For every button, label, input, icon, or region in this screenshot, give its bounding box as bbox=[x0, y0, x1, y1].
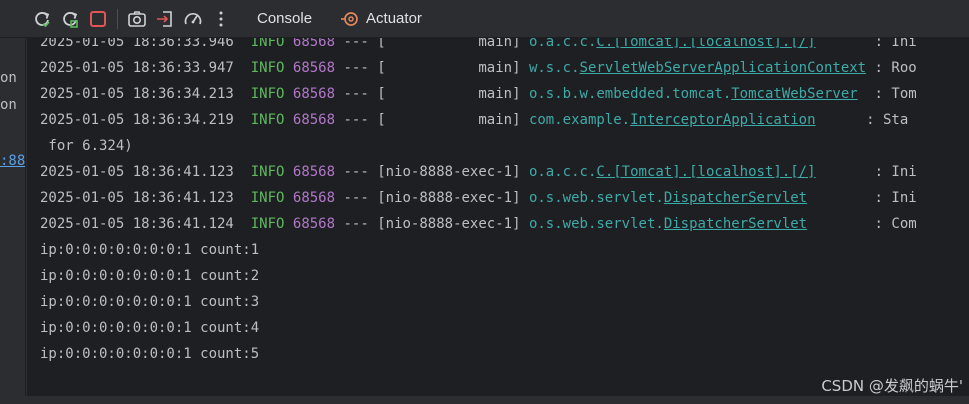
logger-link[interactable]: C.[Tomcat].[localhost].[/] bbox=[596, 164, 815, 180]
tab-actuator-label: Actuator bbox=[366, 10, 422, 27]
rerun-icon[interactable] bbox=[28, 5, 56, 33]
toolbar-separator bbox=[117, 8, 118, 29]
rerun-failed-icon[interactable] bbox=[56, 5, 84, 33]
gutter-text: on bbox=[0, 70, 17, 86]
watermark: CSDN @发飙的蜗牛' bbox=[821, 377, 963, 395]
console-toolbar: Console Actuator bbox=[0, 0, 969, 38]
logger-link[interactable]: DispatcherServlet bbox=[664, 190, 807, 206]
log-line: 2025-01-05 18:36:41.123 INFO 68568 --- [… bbox=[40, 164, 917, 180]
actuator-icon bbox=[340, 9, 360, 29]
exit-icon[interactable] bbox=[151, 5, 179, 33]
logger-link[interactable]: C.[Tomcat].[localhost].[/] bbox=[596, 38, 815, 50]
log-line: ip:0:0:0:0:0:0:0:1 count:2 bbox=[40, 268, 260, 284]
gutter-link[interactable]: :88 bbox=[0, 153, 25, 169]
log-line: ip:0:0:0:0:0:0:0:1 count:3 bbox=[40, 294, 260, 310]
logger-link[interactable]: DispatcherServlet bbox=[664, 216, 807, 232]
more-icon[interactable] bbox=[207, 5, 235, 33]
log-line: 2025-01-05 18:36:34.213 INFO 68568 --- [… bbox=[40, 86, 917, 102]
log-line: for 6.324) bbox=[40, 138, 133, 154]
gutter-text: on bbox=[0, 97, 17, 113]
log-line: 2025-01-05 18:36:41.123 INFO 68568 --- [… bbox=[40, 190, 917, 206]
stop-icon[interactable] bbox=[84, 5, 112, 33]
log-line: ip:0:0:0:0:0:0:0:1 count:4 bbox=[40, 320, 260, 336]
console-output[interactable]: 2025-01-05 18:36:33.946 INFO 68568 --- [… bbox=[27, 38, 969, 396]
logger-link[interactable]: InterceptorApplication bbox=[630, 112, 815, 128]
tab-actuator[interactable]: Actuator bbox=[330, 0, 432, 38]
tab-console-label: Console bbox=[257, 10, 313, 27]
camera-icon[interactable] bbox=[123, 5, 151, 33]
dashboard-icon[interactable] bbox=[179, 5, 207, 33]
bottom-strip bbox=[0, 396, 969, 404]
log-line: ip:0:0:0:0:0:0:0:1 count:1 bbox=[40, 242, 260, 258]
log-line: 2025-01-05 18:36:33.947 INFO 68568 --- [… bbox=[40, 60, 917, 76]
log-line: 2025-01-05 18:36:41.124 INFO 68568 --- [… bbox=[40, 216, 917, 232]
log-line: 2025-01-05 18:36:33.946 INFO 68568 --- [… bbox=[40, 38, 917, 52]
log-line: ip:0:0:0:0:0:0:0:1 count:5 bbox=[40, 346, 260, 362]
logger-link[interactable]: ServletWebServerApplicationContext bbox=[580, 60, 867, 76]
logger-link[interactable]: TomcatWebServer bbox=[731, 86, 857, 102]
log-line: 2025-01-05 18:36:34.219 INFO 68568 --- [… bbox=[40, 112, 909, 128]
left-gutter: on on :88 bbox=[0, 38, 26, 396]
tab-console[interactable]: Console bbox=[247, 0, 322, 38]
